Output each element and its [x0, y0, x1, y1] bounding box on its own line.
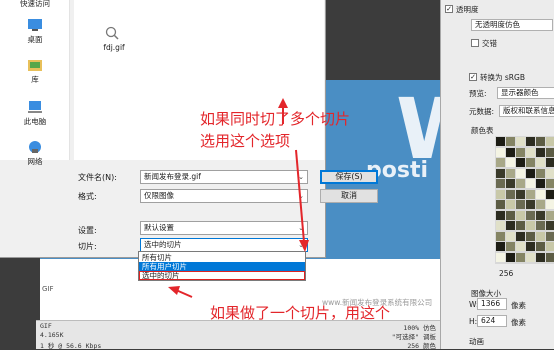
- annotation-arrows: [168, 98, 309, 298]
- arrow-down-line: [295, 149, 305, 243]
- arrow-left-line: [175, 289, 193, 298]
- arrow-down-head: [299, 240, 309, 252]
- arrow-left-head: [168, 286, 180, 295]
- arrow-up-head: [278, 98, 288, 108]
